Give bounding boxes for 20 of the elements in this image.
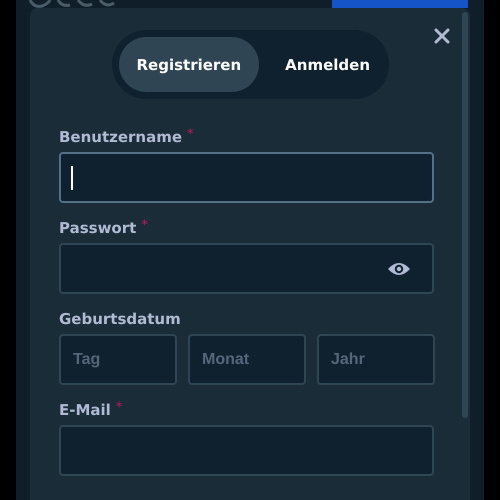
input-field[interactable] <box>59 152 434 203</box>
field-label: Passwort <box>59 218 136 238</box>
header-button[interactable] <box>332 0 468 8</box>
input-field[interactable] <box>59 425 434 476</box>
field-label: Geburtsdatum <box>59 309 181 329</box>
tab[interactable]: Registrieren <box>118 37 260 92</box>
text-cursor <box>71 166 73 190</box>
required-mark: * <box>116 400 122 416</box>
close-icon[interactable] <box>434 28 450 44</box>
tab[interactable]: Anmelden <box>259 37 386 92</box>
password-field[interactable] <box>59 243 434 294</box>
date-input[interactable]: Monat <box>188 334 306 385</box>
required-mark: * <box>187 127 194 143</box>
scrollbar[interactable] <box>462 12 468 418</box>
eye-icon[interactable] <box>387 260 411 276</box>
field-label: Benutzername <box>59 127 182 147</box>
date-input[interactable]: Tag <box>59 334 177 385</box>
field-label: E-Mail <box>59 400 111 420</box>
required-mark: * <box>141 218 148 234</box>
date-input[interactable]: Jahr <box>317 334 435 385</box>
